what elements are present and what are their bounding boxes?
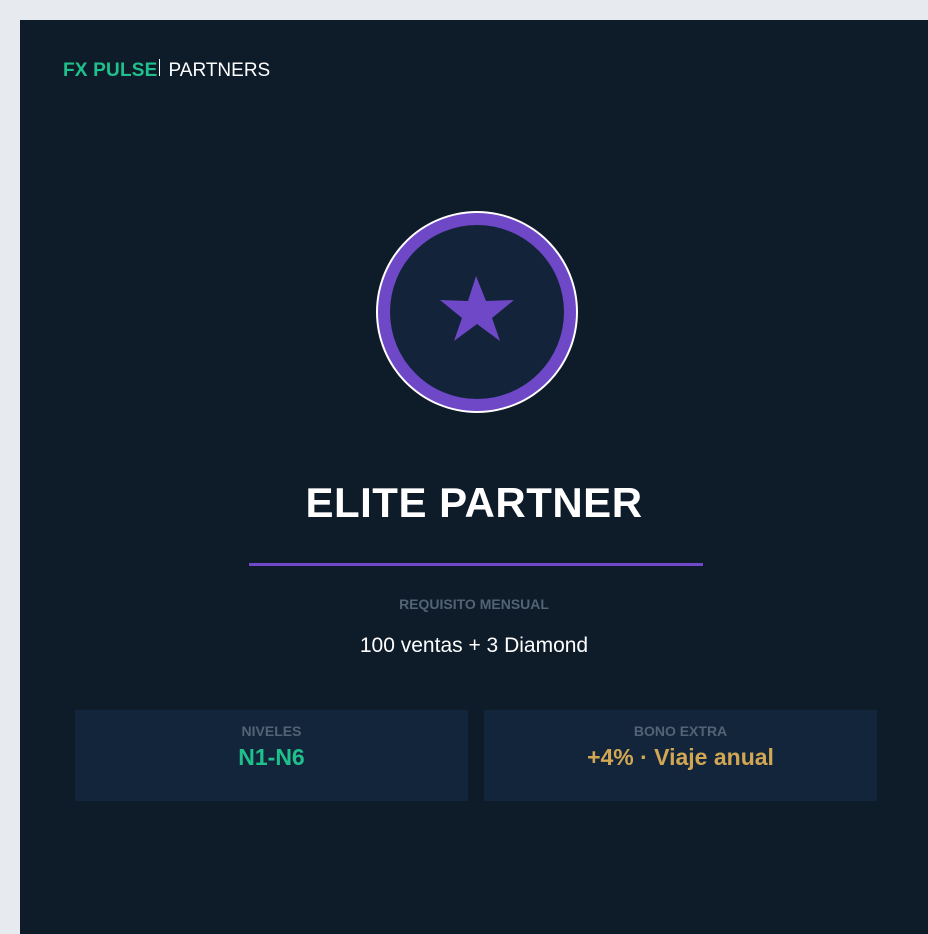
requirement-label: REQUISITO MENSUAL	[399, 596, 549, 612]
star-icon	[376, 211, 578, 413]
brand-header: FX PULSE PARTNERS	[63, 58, 271, 83]
tier-title: ELITE PARTNER	[305, 479, 643, 526]
brand-name: FX PULSE	[63, 60, 158, 81]
requirement-value: 100 ventas + 3 Diamond	[359, 634, 589, 657]
brand-section: PARTNERS	[168, 60, 271, 81]
brand-divider	[158, 58, 160, 76]
levels-panel: NIVELES N1-N6	[75, 710, 468, 801]
tier-badge	[375, 210, 579, 419]
levels-value: N1-N6	[238, 744, 305, 770]
levels-label: NIVELES	[241, 723, 302, 739]
partner-tier-card: FX PULSE PARTNERS ELITE PARTNER REQUISIT…	[20, 20, 928, 934]
title-divider	[249, 563, 703, 566]
bonus-value: +4% · Viaje anual	[587, 744, 774, 770]
bonus-label: BONO EXTRA	[633, 723, 728, 739]
bonus-panel: BONO EXTRA +4% · Viaje anual	[484, 710, 877, 801]
